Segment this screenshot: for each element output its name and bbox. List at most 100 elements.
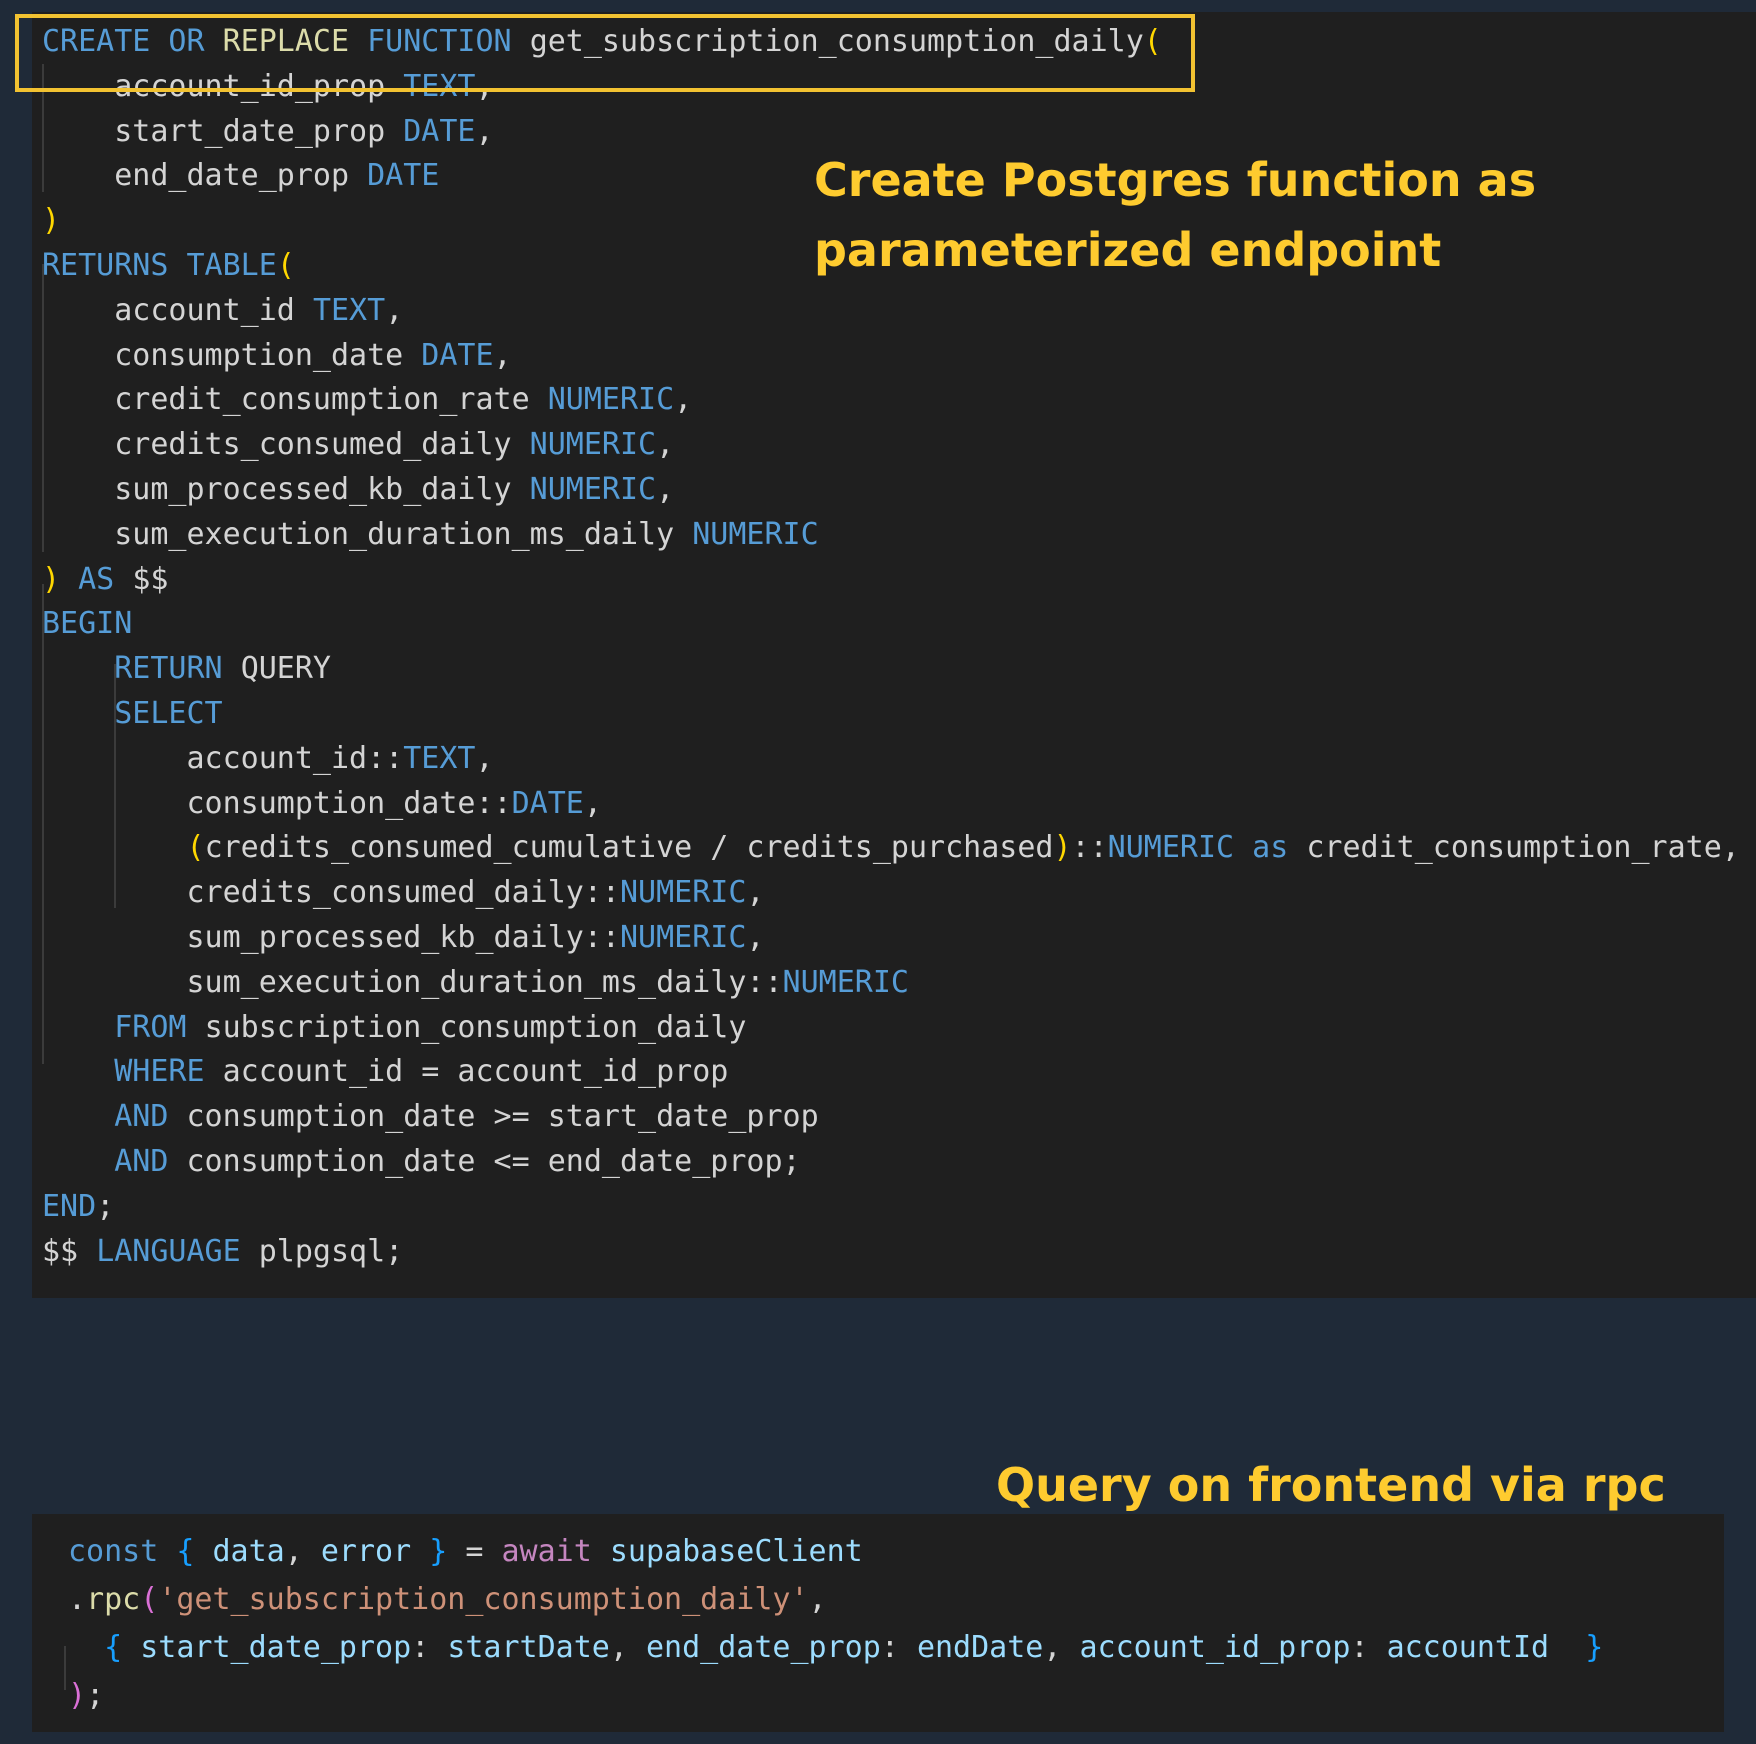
code-token: ): [68, 1678, 87, 1713]
sql-code-line: SELECT: [42, 691, 222, 736]
code-token: BEGIN: [42, 606, 133, 642]
code-token: NUMERIC: [619, 920, 747, 955]
sql-code-line: sum_processed_kb_daily NUMERIC,: [42, 467, 674, 512]
code-token: NUMERIC: [782, 964, 909, 1000]
code-token: 'get_subscription_consumption_daily': [158, 1582, 809, 1617]
code-token: ,: [746, 875, 765, 911]
code-token: LANGUAGE: [96, 1233, 259, 1269]
sql-code-line: RETURNS TABLE(: [42, 243, 295, 288]
code-token: }: [429, 1534, 448, 1569]
sql-code-line: END;: [42, 1184, 114, 1229]
code-token: DATE: [403, 113, 476, 149]
sql-code-line: sum_processed_kb_daily::NUMERIC,: [42, 915, 764, 960]
function-header-highlight: [15, 14, 1195, 92]
sql-code-line: BEGIN: [42, 601, 132, 646]
code-token: }: [1585, 1630, 1604, 1665]
js-code-line: const { data, error } = await supabaseCl…: [68, 1529, 863, 1574]
sql-code-line: end_date_prop DATE: [42, 153, 439, 198]
code-token: ,: [284, 1534, 321, 1569]
code-token: accountId: [1386, 1630, 1586, 1665]
code-token: DATE: [421, 337, 494, 373]
code-token: TEXT: [312, 292, 386, 328]
code-token: FROM: [42, 1009, 205, 1045]
code-token: AS: [60, 561, 133, 597]
js-code-line: );: [68, 1673, 104, 1718]
code-token: (: [276, 248, 295, 283]
sql-code-line: FROM subscription_consumption_daily: [42, 1005, 746, 1050]
code-token: credits_consumed_daily::: [42, 875, 620, 911]
code-token: rpc: [86, 1582, 141, 1617]
code-token: consumption_date: [42, 337, 422, 373]
code-token: NUMERIC: [529, 427, 657, 463]
code-token: NUMERIC: [692, 516, 819, 552]
code-token: ,: [475, 740, 494, 776]
code-token: ,: [746, 920, 765, 955]
code-token: {: [104, 1630, 141, 1665]
code-token: end_date_prop: [42, 158, 368, 194]
code-token: NUMERIC as: [1107, 830, 1307, 866]
code-token: RETURNS TABLE: [42, 248, 277, 283]
sql-code-line: ): [42, 198, 60, 243]
code-token: consumption_date >= start_date_prop: [186, 1099, 819, 1135]
code-token: QUERY: [240, 651, 331, 687]
code-token: sum_execution_duration_ms_daily: [42, 516, 693, 552]
code-token: account_id_prop: [1079, 1630, 1351, 1665]
code-token: ,: [1043, 1630, 1080, 1665]
js-code-line: { start_date_prop: startDate, end_date_p…: [68, 1625, 1603, 1670]
code-token: ;: [96, 1188, 115, 1224]
code-token: ,: [609, 1630, 646, 1665]
code-token: await: [501, 1534, 610, 1569]
code-token: credit_consumption_rate,: [1306, 830, 1740, 866]
code-token: ,: [475, 113, 494, 149]
code-token: const: [68, 1534, 177, 1569]
code-token: sum_processed_kb_daily::: [42, 920, 620, 955]
code-token: credit_consumption_rate: [42, 382, 548, 418]
code-token: end_date_prop: [646, 1630, 881, 1665]
code-token: plpgsql;: [258, 1233, 404, 1269]
code-token: .: [68, 1582, 87, 1617]
code-token: :: [1350, 1630, 1387, 1665]
code-token: WHERE: [42, 1054, 223, 1090]
js-code-line: .rpc('get_subscription_consumption_daily…: [68, 1577, 827, 1622]
sql-code-line: consumption_date::DATE,: [42, 781, 601, 826]
code-token: credits_consumed_daily: [42, 427, 530, 463]
sql-code-line: ) AS $$: [42, 557, 168, 602]
sql-code-line: sum_execution_duration_ms_daily NUMERIC: [42, 512, 819, 557]
code-token: :: [411, 1630, 448, 1665]
code-token: :: [880, 1630, 917, 1665]
code-token: ,: [656, 472, 675, 507]
sql-code-line: credits_consumed_daily::NUMERIC,: [42, 870, 764, 915]
code-token: RETURN: [42, 651, 241, 687]
code-token: (: [186, 830, 205, 866]
sql-code-line: credits_consumed_daily NUMERIC,: [42, 422, 674, 467]
code-token: DATE: [367, 158, 440, 194]
code-token: subscription_consumption_daily: [204, 1009, 747, 1045]
sql-code-line: (credits_consumed_cumulative / credits_p…: [42, 825, 1740, 870]
code-token: AND: [42, 1144, 187, 1179]
code-token: =: [447, 1534, 502, 1569]
code-token: TEXT: [403, 740, 476, 776]
code-token: account_id: [42, 292, 313, 328]
sql-code-line: $$ LANGUAGE plpgsql;: [42, 1229, 403, 1274]
code-token: ,: [808, 1582, 827, 1617]
code-token: NUMERIC: [529, 472, 657, 507]
sql-code-line: consumption_date DATE,: [42, 333, 512, 378]
sql-code-line: account_id TEXT,: [42, 288, 403, 333]
code-token: account_id::: [42, 740, 404, 776]
code-token: $$: [132, 561, 169, 597]
code-token: endDate: [916, 1630, 1044, 1665]
code-token: ,: [493, 337, 512, 373]
sql-code-line: start_date_prop DATE,: [42, 109, 494, 154]
code-token: consumption_date::: [42, 785, 512, 821]
code-token: NUMERIC: [619, 875, 747, 911]
code-token: END: [42, 1188, 97, 1224]
sql-code-line: WHERE account_id = account_id_prop: [42, 1049, 728, 1094]
code-token: (: [140, 1582, 159, 1617]
code-token: credits_consumed_cumulative / credits_pu…: [204, 830, 1054, 866]
code-token: data: [212, 1534, 285, 1569]
code-token: ::: [1071, 830, 1108, 866]
sql-code-line: AND consumption_date >= start_date_prop: [42, 1094, 819, 1139]
code-token: ): [1053, 830, 1072, 866]
code-token: sum_processed_kb_daily: [42, 472, 530, 507]
